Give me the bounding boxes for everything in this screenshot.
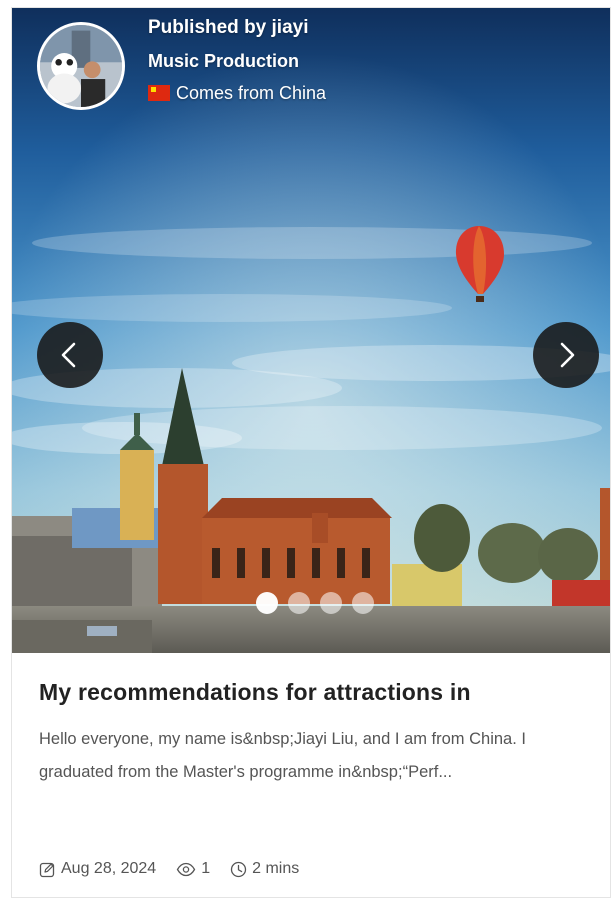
carousel-prev-button[interactable]	[37, 322, 103, 388]
eye-icon	[176, 862, 196, 876]
post-title[interactable]: My recommendations for attractions in	[39, 679, 599, 706]
post-views-count: 1	[201, 860, 211, 877]
avatar-photo	[40, 25, 122, 107]
post-meta: Aug 28, 2024 1 2 mins	[39, 860, 319, 878]
carousel-dot-4[interactable]	[352, 592, 374, 614]
post-card[interactable]: Published by jiayi Music Production Come…	[11, 7, 611, 898]
author-info: Published by jiayi Music Production Come…	[37, 15, 437, 115]
post-date-text: Aug 28, 2024	[61, 860, 157, 877]
post-excerpt: Hello everyone, my name is&nbsp;Jiayi Li…	[39, 730, 526, 781]
post-read-time-text: 2 mins	[252, 860, 300, 877]
carousel-dot-3[interactable]	[320, 592, 342, 614]
clock-icon	[230, 861, 247, 877]
chevron-left-icon	[61, 342, 76, 368]
post-image-carousel[interactable]: Published by jiayi Music Production Come…	[12, 8, 610, 653]
carousel-pagination	[256, 592, 374, 614]
carousel-next-button[interactable]	[533, 322, 599, 388]
author-origin: Comes from China	[148, 81, 326, 105]
post-date: Aug 28, 2024	[39, 860, 156, 878]
chevron-right-icon	[560, 342, 575, 368]
published-by[interactable]: Published by jiayi	[148, 15, 326, 41]
origin-label: Comes from China	[176, 83, 327, 103]
carousel-dot-2[interactable]	[288, 592, 310, 614]
edit-icon	[39, 862, 55, 877]
author-details: Published by jiayi Music Production Come…	[148, 15, 326, 105]
post-read-time: 2 mins	[230, 860, 299, 878]
post-views: 1	[176, 860, 210, 878]
author-category: Music Production	[148, 51, 300, 71]
china-flag-icon	[148, 85, 170, 101]
avatar[interactable]	[37, 22, 125, 110]
carousel-dot-1[interactable]	[256, 592, 278, 614]
